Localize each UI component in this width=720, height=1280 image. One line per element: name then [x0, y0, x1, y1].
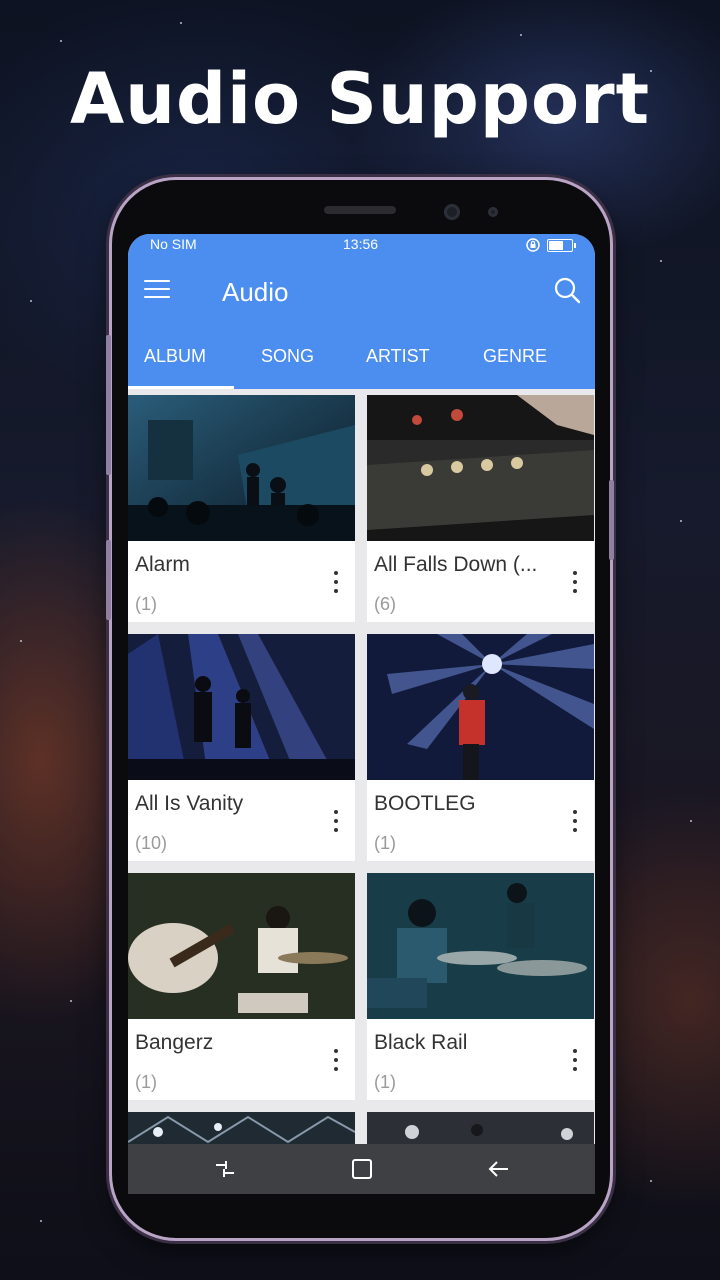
front-camera	[444, 204, 460, 220]
album-art-dj-mixer	[367, 395, 594, 541]
album-card-all-falls-down[interactable]: All Falls Down (... (6)	[367, 395, 594, 622]
back-icon[interactable]	[486, 1156, 512, 1182]
album-name: Black Rail	[374, 1031, 468, 1054]
volume-button	[106, 335, 111, 475]
album-card-bootleg[interactable]: BOOTLEG (1)	[367, 634, 594, 861]
toolbar: Audio	[128, 264, 595, 320]
power-button	[609, 480, 614, 560]
status-bar: No SIM 13:56	[128, 234, 595, 256]
tab-indicator	[128, 386, 234, 389]
carrier-text: No SIM	[150, 236, 197, 252]
app-bar: No SIM 13:56 Audio ALBUM SONG ARTIST GEN…	[128, 234, 595, 389]
more-options-icon[interactable]	[566, 810, 584, 836]
album-song-count: (10)	[135, 833, 168, 853]
album-card-bangerz[interactable]: Bangerz (1)	[128, 873, 355, 1100]
more-options-icon[interactable]	[566, 1049, 584, 1075]
album-song-count: (1)	[135, 1072, 157, 1092]
album-art-guitarist-drummer	[128, 873, 355, 1019]
home-icon[interactable]	[349, 1156, 375, 1182]
tab-artist[interactable]: ARTIST	[366, 346, 430, 367]
tab-genre[interactable]: GENRE	[483, 346, 547, 367]
album-name: BOOTLEG	[374, 792, 476, 815]
more-options-icon[interactable]	[327, 571, 345, 597]
album-art-singer-spotlight	[367, 634, 594, 780]
more-options-icon[interactable]	[566, 571, 584, 597]
tab-song[interactable]: SONG	[261, 346, 314, 367]
bixby-button	[106, 540, 111, 620]
more-options-icon[interactable]	[327, 1049, 345, 1075]
album-card-black-rail[interactable]: Black Rail (1)	[367, 873, 594, 1100]
album-song-count: (1)	[135, 594, 157, 614]
album-card-all-is-vanity[interactable]: All Is Vanity (10)	[128, 634, 355, 861]
recent-apps-icon[interactable]	[212, 1156, 238, 1182]
sensor	[488, 207, 498, 217]
headline: Audio Support	[69, 58, 651, 140]
app-screen: No SIM 13:56 Audio ALBUM SONG ARTIST GEN…	[128, 234, 595, 1194]
album-song-count: (1)	[374, 1072, 396, 1092]
search-icon[interactable]	[553, 276, 581, 304]
speaker-grille	[324, 206, 396, 214]
hamburger-menu-icon[interactable]	[144, 280, 170, 300]
battery-icon	[547, 238, 576, 252]
album-song-count: (1)	[374, 833, 396, 853]
clock: 13:56	[343, 236, 379, 252]
more-options-icon[interactable]	[327, 810, 345, 836]
tab-album[interactable]: ALBUM	[144, 346, 206, 367]
rotation-lock-icon	[526, 238, 540, 252]
album-art-band-cymbals	[367, 873, 594, 1019]
system-nav-bar	[128, 1144, 595, 1194]
page-title: Audio	[222, 277, 289, 307]
album-name: All Is Vanity	[135, 792, 244, 815]
album-name: All Falls Down (...	[374, 553, 538, 576]
album-name: Bangerz	[135, 1031, 214, 1054]
album-name: Alarm	[135, 553, 190, 576]
album-card-alarm[interactable]: Alarm (1)	[128, 395, 355, 622]
album-song-count: (6)	[374, 594, 396, 614]
album-art-concert-crowd	[128, 395, 355, 541]
tab-bar: ALBUM SONG ARTIST GENRE	[128, 338, 595, 389]
album-art-band-stage-lights	[128, 634, 355, 780]
